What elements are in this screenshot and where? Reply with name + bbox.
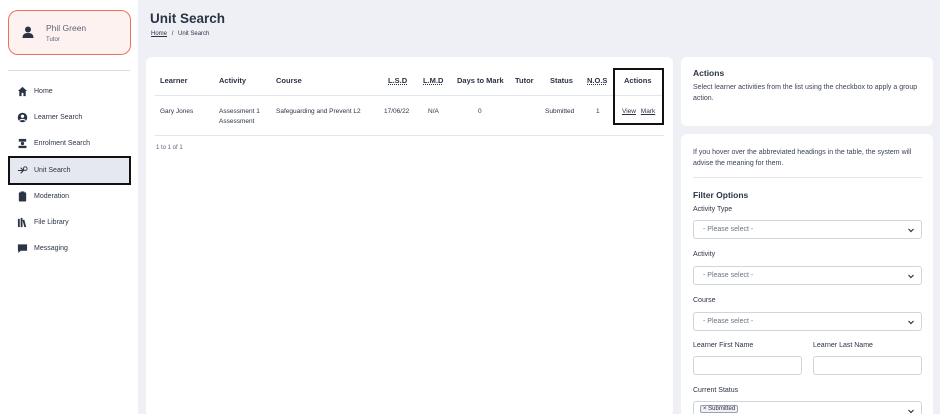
sidebar-item-file-library[interactable]: File Library xyxy=(8,209,131,235)
first-name-label: Learner First Name xyxy=(693,342,754,349)
sidebar-item-unit-search[interactable]: Unit Search xyxy=(8,156,131,185)
header-status: Status xyxy=(550,76,573,85)
cell-nos: 1 xyxy=(596,108,600,115)
sidebar-item-label: Messaging xyxy=(34,244,68,252)
sidebar-item-label: Enrolment Search xyxy=(34,139,91,147)
pagination-info: 1 to 1 of 1 xyxy=(156,145,183,151)
header-divider xyxy=(155,95,664,96)
chevron-down-icon xyxy=(908,320,914,325)
activity-placeholder: - Please select - xyxy=(703,272,754,279)
cell-lsd: 17/06/22 xyxy=(384,108,410,115)
sidebar-item-moderation[interactable]: Moderation xyxy=(8,183,131,209)
header-learner: Learner xyxy=(160,76,188,85)
actions-panel-title: Actions xyxy=(693,68,725,78)
last-name-label: Learner Last Name xyxy=(813,342,873,349)
clipboard-icon xyxy=(18,190,27,202)
breadcrumb: Home / Unit Search xyxy=(151,31,209,37)
results-table: Learner Activity Course L.S.D L.M.D Days… xyxy=(146,57,673,414)
header-lsd[interactable]: L.S.D xyxy=(388,76,407,85)
chevron-down-icon xyxy=(908,409,914,414)
sidebar-item-label: Unit Search xyxy=(34,167,71,174)
current-status-select[interactable]: × Submitted xyxy=(693,401,922,414)
cell-days-to-mark: 0 xyxy=(478,108,482,115)
header-course: Course xyxy=(276,76,302,85)
row-divider xyxy=(155,135,664,136)
cell-learner: Gary Jones xyxy=(160,108,194,115)
sidebar-item-home[interactable]: Home xyxy=(8,78,131,104)
chevron-down-icon xyxy=(908,228,914,233)
user-name: Phil Green xyxy=(46,23,87,33)
sidebar-item-label: Moderation xyxy=(34,192,70,200)
header-activity: Activity xyxy=(219,76,247,85)
cell-activity-line1: Assessment 1 xyxy=(219,108,260,115)
cell-status: Submitted xyxy=(545,108,575,115)
sidebar-item-label: Home xyxy=(34,87,53,95)
user-card[interactable]: Phil Green Tutor xyxy=(8,10,131,55)
cell-activity: Assessment 1 Assessment xyxy=(219,107,260,127)
activity-label: Activity xyxy=(693,251,716,258)
sidebar-item-label: Learner Search xyxy=(34,113,83,121)
abbreviation-hint: If you hover over the abbreviated headin… xyxy=(693,149,912,167)
current-status-label: Current Status xyxy=(693,387,739,394)
course-select[interactable]: - Please select - xyxy=(693,312,922,331)
sidebar-item-label: File Library xyxy=(34,218,69,226)
graduation-icon xyxy=(18,138,27,148)
chevron-down-icon xyxy=(908,274,914,279)
page-title: Unit Search xyxy=(150,11,226,26)
status-chip-submitted[interactable]: × Submitted xyxy=(700,405,739,413)
header-lmd[interactable]: L.M.D xyxy=(423,76,443,85)
library-icon xyxy=(17,217,27,227)
header-tutor: Tutor xyxy=(515,76,534,85)
user-circle-icon xyxy=(17,112,28,122)
breadcrumb-current: Unit Search xyxy=(178,31,210,37)
filter-divider xyxy=(693,177,922,178)
header-days-to-mark: Days to Mark xyxy=(457,76,504,85)
sidebar-divider xyxy=(8,70,130,71)
cell-course: Safeguarding and Prevent L2 xyxy=(276,108,361,115)
actions-panel: Actions Select learner activities from t… xyxy=(681,57,933,126)
activity-type-placeholder: - Please select - xyxy=(703,226,754,233)
actions-highlight-box xyxy=(613,68,664,125)
course-label: Course xyxy=(693,297,716,304)
header-nos[interactable]: N.O.S xyxy=(587,76,607,85)
filter-options-title: Filter Options xyxy=(693,190,749,200)
sidebar-item-learner-search[interactable]: Learner Search xyxy=(8,104,131,130)
activity-type-label: Activity Type xyxy=(693,206,733,213)
activity-select[interactable]: - Please select - xyxy=(693,266,922,285)
activity-type-select[interactable]: - Please select - xyxy=(693,220,922,239)
home-icon xyxy=(17,86,28,96)
breadcrumb-home-link[interactable]: Home xyxy=(151,31,167,37)
cell-lmd: N/A xyxy=(428,108,439,115)
cell-activity-line2: Assessment xyxy=(219,118,255,125)
sidebar-item-messaging[interactable]: Messaging xyxy=(8,235,131,261)
chat-icon xyxy=(17,243,28,253)
course-placeholder: - Please select - xyxy=(703,318,754,325)
last-name-input[interactable] xyxy=(813,356,922,375)
user-role: Tutor xyxy=(46,37,60,43)
filter-panel: If you hover over the abbreviated headin… xyxy=(681,134,933,414)
sidebar: Phil Green Tutor Home Learner Search Enr… xyxy=(0,0,138,414)
user-icon xyxy=(22,26,34,38)
breadcrumb-separator: / xyxy=(171,31,174,37)
actions-panel-text: Select learner activities from the list … xyxy=(693,84,918,102)
first-name-input[interactable] xyxy=(693,356,802,375)
search-unit-icon xyxy=(17,166,28,174)
sidebar-item-enrolment-search[interactable]: Enrolment Search xyxy=(8,130,131,156)
